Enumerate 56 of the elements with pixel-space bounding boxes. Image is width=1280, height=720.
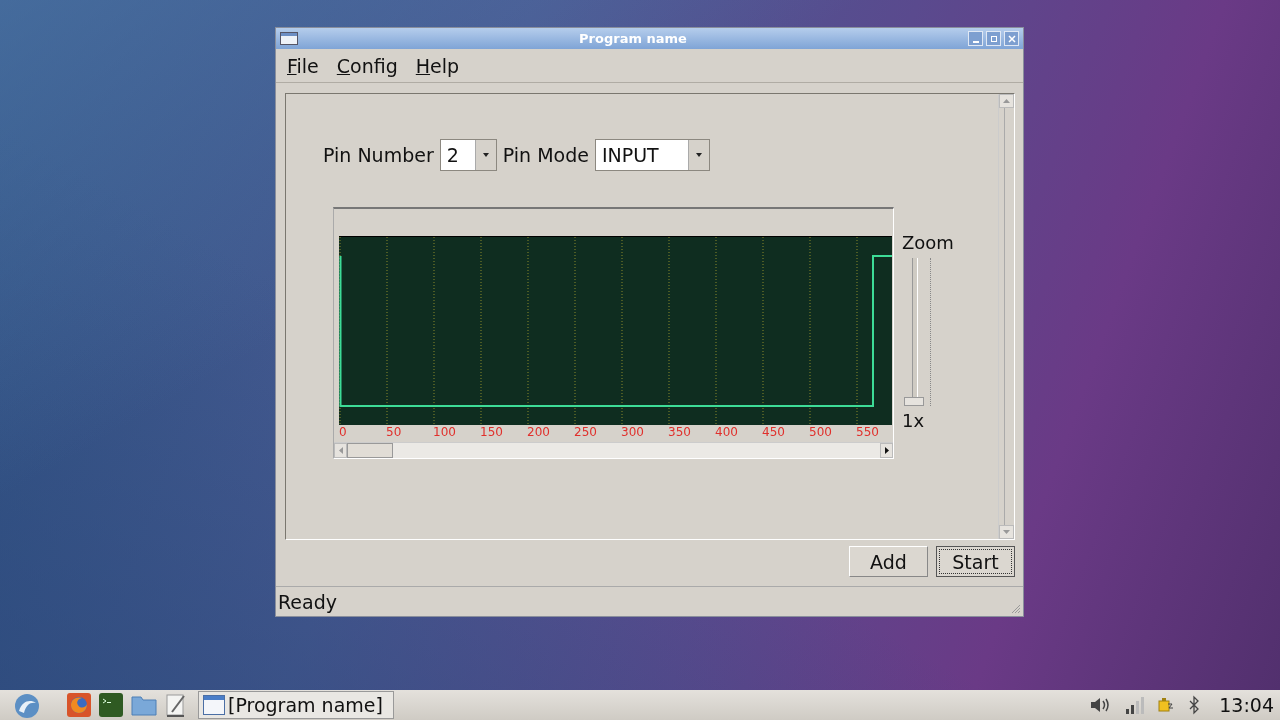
vertical-scrollbar[interactable]: [998, 94, 1014, 539]
battery-charging-icon[interactable]: [1157, 695, 1176, 715]
right-arrow-icon: [884, 447, 889, 454]
axis-label: 100: [433, 425, 456, 439]
push-button[interactable]: Start: [936, 546, 1015, 577]
up-arrow-icon: [1003, 99, 1010, 103]
axis-label: 150: [480, 425, 503, 439]
scroll-down-button[interactable]: [999, 525, 1014, 539]
window-icon: [203, 695, 225, 715]
maximize-button[interactable]: [986, 31, 1001, 46]
axis-label: 0: [339, 425, 347, 439]
axis-label: 250: [574, 425, 597, 439]
clock: 13:04: [1219, 694, 1274, 716]
taskbar-window-button[interactable]: [Program name]: [198, 691, 394, 719]
pin-mode-dropdown[interactable]: INPUT: [594, 139, 710, 171]
menu-item[interactable]: Help: [415, 54, 460, 77]
caret-icon: [482, 153, 489, 157]
axis-label: 500: [809, 425, 832, 439]
scroll-right-button[interactable]: [880, 443, 893, 458]
down-arrow-icon: [1003, 530, 1010, 534]
text-editor-icon[interactable]: [164, 692, 188, 718]
signal-strength-icon[interactable]: [1125, 695, 1146, 715]
pin-number-dropdown[interactable]: 2: [439, 139, 497, 171]
close-button[interactable]: [1004, 31, 1019, 46]
menu-item[interactable]: File: [287, 54, 319, 77]
status-text: Ready: [278, 590, 337, 613]
resize-grip-icon[interactable]: [1011, 604, 1021, 614]
window-icon: [280, 32, 298, 45]
scrollbar-thumb[interactable]: [347, 443, 393, 458]
browser-icon[interactable]: [66, 692, 92, 718]
axis-label: 400: [715, 425, 738, 439]
menu-item[interactable]: Config: [336, 54, 398, 77]
axis-label: 200: [527, 425, 550, 439]
scroll-up-button[interactable]: [999, 94, 1014, 108]
pin-mode-label: Pin Mode: [502, 144, 589, 166]
terminal-icon[interactable]: [98, 692, 124, 718]
zoom-value: 1x: [902, 410, 926, 431]
start-menu-icon[interactable]: [12, 691, 42, 719]
pin-number-label: Pin Number: [323, 144, 434, 166]
axis-label: 50: [386, 425, 402, 439]
axis-label: 300: [621, 425, 644, 439]
left-arrow-icon: [338, 447, 343, 454]
scroll-left-button[interactable]: [334, 443, 347, 458]
axis-label: 450: [762, 425, 785, 439]
push-button[interactable]: Add: [849, 546, 928, 577]
horizontal-scrollbar[interactable]: [334, 442, 893, 458]
zoom-label: Zoom: [902, 232, 954, 253]
window-title: Program name: [578, 31, 688, 46]
zoom-slider-thumb[interactable]: [904, 397, 924, 406]
close-icon: [1007, 34, 1016, 43]
minimize-icon: [972, 40, 979, 43]
caret-icon: [695, 153, 702, 157]
minimize-button[interactable]: [968, 31, 983, 46]
axis-label: 550: [856, 425, 879, 439]
maximize-icon: [989, 34, 998, 43]
axis-label: 350: [668, 425, 691, 439]
